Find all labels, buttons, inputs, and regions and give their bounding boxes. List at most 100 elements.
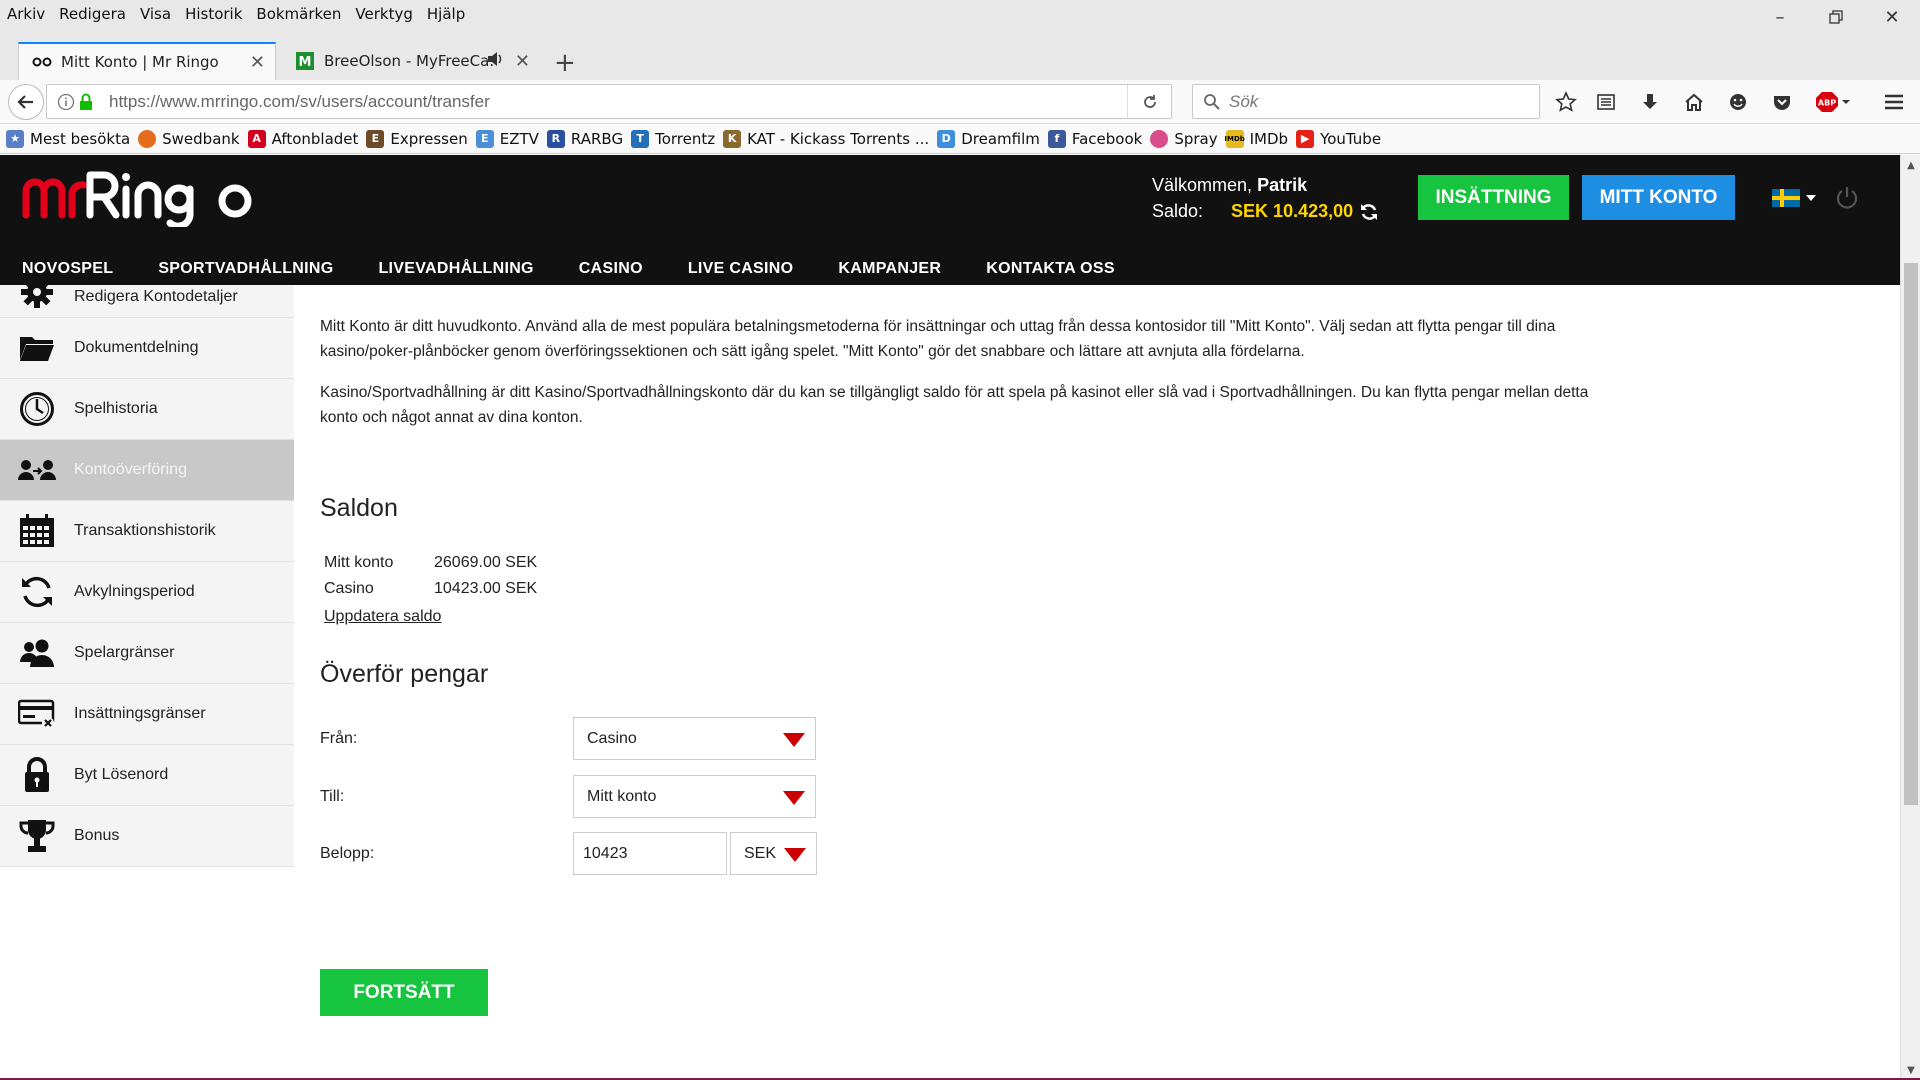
menu-arkiv[interactable]: Arkiv xyxy=(0,0,52,28)
transfer-users-icon xyxy=(18,451,56,489)
info-icon[interactable] xyxy=(57,93,75,115)
back-icon[interactable] xyxy=(8,84,44,120)
page-scrollbar[interactable]: ▲ ▼ xyxy=(1900,155,1920,1080)
sweden-flag-icon xyxy=(1772,189,1800,207)
pocket-icon[interactable] xyxy=(1768,88,1796,116)
reading-list-icon[interactable] xyxy=(1592,88,1620,116)
menu-redigera[interactable]: Redigera xyxy=(52,0,133,28)
welcome-prefix: Välkommen, xyxy=(1152,175,1253,195)
sidebar-item-label: Transaktionshistorik xyxy=(74,522,216,539)
menu-hjalp[interactable]: Hjälp xyxy=(420,0,472,28)
nav-kampanjer[interactable]: KAMPANJER xyxy=(838,260,941,278)
scrollbar-thumb[interactable] xyxy=(1904,263,1918,805)
menu-visa[interactable]: Visa xyxy=(133,0,178,28)
smiley-icon[interactable] xyxy=(1724,88,1752,116)
amount-label: Belopp: xyxy=(320,845,375,862)
sidebar-item-cooling-period[interactable]: Avkylningsperiod xyxy=(0,562,294,623)
language-selector[interactable] xyxy=(1772,189,1816,207)
search-input[interactable]: Sök xyxy=(1192,84,1540,119)
my-account-button[interactable]: MITT KONTO xyxy=(1582,175,1735,220)
deposit-button[interactable]: INSÄTTNING xyxy=(1418,175,1569,220)
reload-icon[interactable] xyxy=(1127,85,1171,118)
scroll-up-icon[interactable]: ▲ xyxy=(1901,155,1920,175)
bookmark-icon: ▶ xyxy=(1296,129,1315,148)
sidebar-item-change-password[interactable]: Byt Lösenord xyxy=(0,745,294,806)
tab-breeolson[interactable]: M BreeOlson - MyFreeCa... ✕ xyxy=(282,42,540,80)
search-icon xyxy=(1203,93,1221,115)
myfreecams-tab-icon: M xyxy=(294,52,316,70)
bookmark-icon xyxy=(138,129,157,148)
tab-title: Mitt Konto | Mr Ringo xyxy=(61,53,219,71)
to-select[interactable]: Mitt konto xyxy=(573,775,816,818)
continue-button[interactable]: FORTSÄTT xyxy=(320,969,488,1016)
bookmark-item[interactable]: ▶ YouTube xyxy=(1296,129,1381,148)
new-tab-icon[interactable]: + xyxy=(554,48,576,78)
nav-sportvadhallning[interactable]: SPORTVADHÅLLNING xyxy=(158,260,333,278)
menu-bokmarken[interactable]: Bokmärken xyxy=(249,0,348,28)
close-tab-icon[interactable]: ✕ xyxy=(250,52,265,73)
bookmark-item[interactable]: R RARBG xyxy=(546,129,623,148)
adblock-icon[interactable]: ABP xyxy=(1814,88,1852,116)
from-select[interactable]: Casino xyxy=(573,717,816,760)
tab-mitt-konto[interactable]: Mitt Konto | Mr Ringo ✕ xyxy=(18,42,276,80)
bookmark-item[interactable]: ★ Mest besökta xyxy=(6,129,130,148)
sidebar-item-label: Redigera Kontodetaljer xyxy=(74,288,238,305)
bookmark-item[interactable]: K KAT - Kickass Torrents ... xyxy=(723,129,929,148)
speaker-icon[interactable] xyxy=(486,51,504,71)
sidebar-item-label: Bonus xyxy=(74,827,120,844)
menu-bar: Arkiv Redigera Visa Historik Bokmärken V… xyxy=(0,0,1920,28)
update-balance-link[interactable]: Uppdatera saldo xyxy=(324,608,441,626)
chevron-down-icon xyxy=(783,791,805,805)
sidebar-item-game-history[interactable]: Spelhistoria xyxy=(0,379,294,440)
nav-novospel[interactable]: NOVOSPEL xyxy=(22,260,113,278)
nav-livevadhallning[interactable]: LIVEVADHÅLLNING xyxy=(378,260,533,278)
scroll-down-icon[interactable]: ▼ xyxy=(1901,1060,1920,1080)
site-header: Välkommen, Patrik Saldo: SEK 10.423,00 I… xyxy=(0,155,1900,285)
sidebar-item-player-limits[interactable]: Spelargränser xyxy=(0,623,294,684)
casino-description: Kasino/Sportvadhållning är ditt Kasino/S… xyxy=(320,384,1589,426)
hamburger-menu-icon[interactable] xyxy=(1880,88,1908,116)
bookmark-item[interactable]: T Torrentz xyxy=(631,129,715,148)
currency-select[interactable]: SEK xyxy=(730,832,817,875)
refresh-balance-icon[interactable] xyxy=(1359,202,1379,222)
sidebar-item-account-transfer[interactable]: Kontoöverföring xyxy=(0,440,294,501)
menu-historik[interactable]: Historik xyxy=(178,0,249,28)
amount-input[interactable]: 10423 xyxy=(573,832,727,875)
url-text: https://www.mrringo.com/sv/users/account… xyxy=(109,91,490,111)
bookmark-item[interactable]: D Dreamfilm xyxy=(937,129,1040,148)
bookmark-item[interactable]: f Facebook xyxy=(1047,129,1142,148)
bookmark-item[interactable]: A Aftonbladet xyxy=(247,129,358,148)
bookmark-item[interactable]: E EZTV xyxy=(475,129,539,148)
home-icon[interactable] xyxy=(1680,88,1708,116)
bookmarks-bar: ★ Mest besökta Swedbank A Aftonbladet E Exp… xyxy=(0,124,1920,154)
balance-name: Casino xyxy=(324,580,374,597)
sidebar-item-label: Dokumentdelning xyxy=(74,339,199,356)
trophy-icon xyxy=(18,817,56,855)
bookmark-icon: f xyxy=(1047,129,1066,148)
mrringo-tab-icon xyxy=(31,53,53,71)
nav-bar: https://www.mrringo.com/sv/users/account… xyxy=(0,80,1920,124)
mrringo-logo[interactable] xyxy=(22,165,262,230)
bookmark-star-icon[interactable] xyxy=(1552,88,1580,116)
amount-input-value: 10423 xyxy=(583,844,628,862)
bookmark-item[interactable]: Spray xyxy=(1150,129,1218,148)
bookmark-item[interactable]: IMDb IMDb xyxy=(1224,129,1288,148)
sidebar-item-bonus[interactable]: Bonus xyxy=(0,806,294,867)
tab-bar: Mitt Konto | Mr Ringo ✕ M BreeOlson - My… xyxy=(0,28,1920,80)
nav-kontakta-oss[interactable]: KONTAKTA OSS xyxy=(986,260,1115,278)
sidebar-item-deposit-limits[interactable]: Insättningsgränser xyxy=(0,684,294,745)
url-bar[interactable]: https://www.mrringo.com/sv/users/account… xyxy=(46,84,1172,119)
chevron-down-icon xyxy=(783,733,805,747)
close-tab-icon[interactable]: ✕ xyxy=(515,51,530,72)
bookmark-item[interactable]: Swedbank xyxy=(138,129,240,148)
logout-power-icon[interactable] xyxy=(1834,185,1860,215)
from-label: Från: xyxy=(320,730,358,747)
user-name: Patrik xyxy=(1257,175,1308,195)
nav-live-casino[interactable]: LIVE CASINO xyxy=(688,260,794,278)
sidebar-item-documents[interactable]: Dokumentdelning xyxy=(0,318,294,379)
bookmark-item[interactable]: E Expressen xyxy=(366,129,468,148)
menu-verktyg[interactable]: Verktyg xyxy=(348,0,419,28)
nav-casino[interactable]: CASINO xyxy=(579,260,643,278)
download-icon[interactable] xyxy=(1636,88,1664,116)
sidebar-item-transactions[interactable]: Transaktionshistorik xyxy=(0,501,294,562)
